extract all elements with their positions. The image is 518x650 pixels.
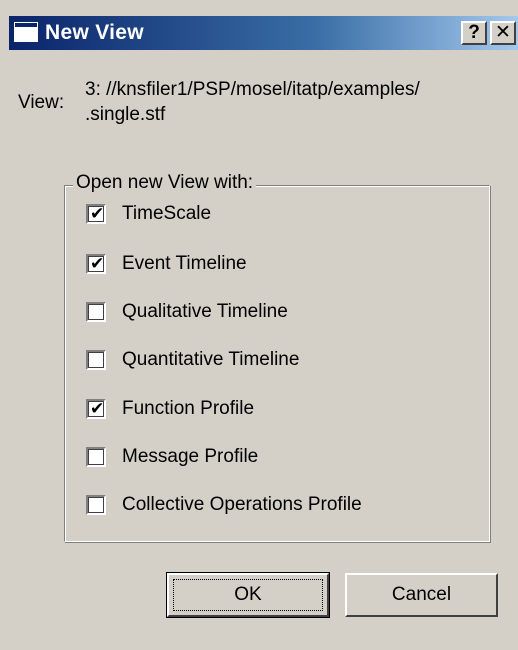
checkbox-label[interactable]: Event Timeline xyxy=(122,252,247,276)
checkbox-label[interactable]: TimeScale xyxy=(122,202,211,226)
view-path-line-1: 3: //knsfiler1/PSP/mosel/itatp/examples/ xyxy=(85,79,420,100)
check-icon: ✔ xyxy=(90,399,105,418)
cancel-button[interactable]: Cancel xyxy=(345,573,498,617)
close-icon: ✕ xyxy=(495,22,511,43)
checkbox-label[interactable]: Function Profile xyxy=(122,397,254,421)
checkbox-box[interactable] xyxy=(86,350,106,370)
checkbox-box[interactable] xyxy=(86,447,106,467)
checkbox-box[interactable] xyxy=(86,302,106,322)
groupbox-legend: Open new View with: xyxy=(73,172,257,194)
checkbox-box[interactable]: ✔ xyxy=(86,254,106,274)
help-button[interactable]: ? xyxy=(461,21,487,45)
view-path-line-2: .single.stf xyxy=(85,104,166,125)
checkbox-label[interactable]: Collective Operations Profile xyxy=(122,493,362,517)
window-title: New View xyxy=(45,21,144,44)
checkbox-label[interactable]: Quantitative Timeline xyxy=(122,348,299,372)
check-icon: ✔ xyxy=(90,204,105,223)
close-button[interactable]: ✕ xyxy=(490,21,516,45)
checkbox-label[interactable]: Message Profile xyxy=(122,445,258,469)
window-icon xyxy=(14,22,38,42)
ok-button-label: OK xyxy=(234,584,262,605)
title-bar[interactable]: New View ? ✕ xyxy=(9,16,518,50)
check-icon: ✔ xyxy=(90,254,105,273)
checkbox-label[interactable]: Qualitative Timeline xyxy=(122,300,288,324)
view-label: View: xyxy=(18,92,65,113)
ok-button[interactable]: OK xyxy=(166,572,330,618)
checkbox-box[interactable]: ✔ xyxy=(86,399,106,419)
checkbox-box[interactable] xyxy=(86,495,106,515)
new-view-dialog: New View ? ✕ View: 3: //knsfiler1/PSP/mo… xyxy=(0,0,518,650)
checkbox-box[interactable]: ✔ xyxy=(86,204,106,224)
